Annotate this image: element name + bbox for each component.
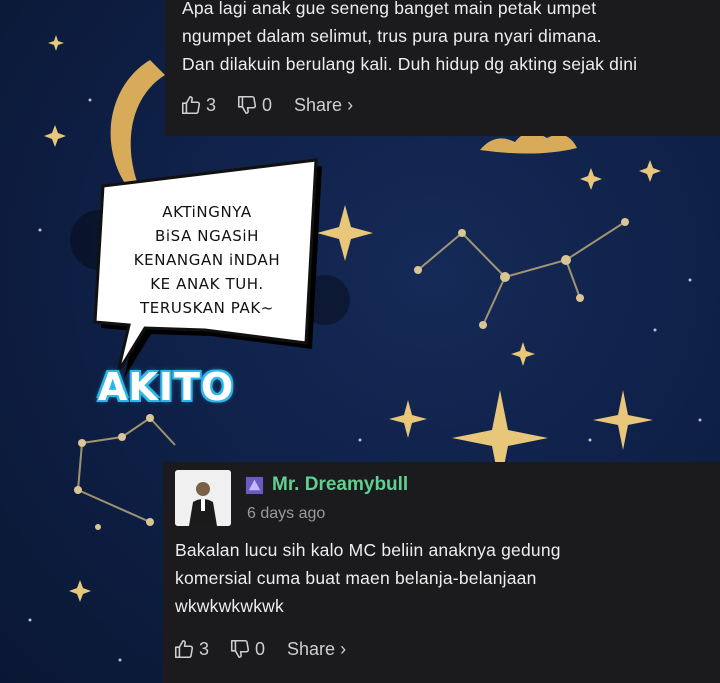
thumbs-down-icon (237, 95, 257, 115)
bubble-line: BiSA NGASiH (155, 227, 259, 245)
comment-line: wkwkwkwkwk (175, 596, 284, 616)
akito-signature: AKITO (98, 365, 235, 409)
like-count: 3 (199, 638, 210, 659)
like-button[interactable]: 3 (180, 94, 216, 116)
speech-bubble-text: AKTiNGNYA BiSA NGASiH KENANGAN iNDAH KE … (116, 200, 298, 320)
dislike-count: 0 (262, 94, 273, 115)
user-photo-icon (175, 470, 231, 526)
comment-card-bottom: Mr. Dreamybull 6 days ago Bakalan lucu s… (163, 462, 720, 683)
comment-line: Apa lagi anak gue seneng banget main pet… (182, 0, 597, 18)
thumbs-up-icon (174, 639, 194, 659)
bubble-line: AKTiNGNYA (162, 203, 252, 221)
timestamp: 6 days ago (247, 505, 326, 522)
badge-icon (245, 476, 264, 494)
comment-line: Dan dilakuin berulang kali. Duh hidup dg… (182, 54, 638, 74)
bubble-line: TERUSKAN PAK~ (140, 299, 274, 317)
dislike-button[interactable]: 0 (236, 94, 272, 116)
comment-line: Bakalan lucu sih kalo MC beliin anaknya … (175, 540, 561, 560)
constellation-left-stars (74, 414, 154, 530)
comment-line: ngumpet dalam selimut, trus pura pura ny… (182, 26, 602, 46)
dislike-count: 0 (255, 638, 266, 659)
constellation-left (76, 416, 176, 523)
comment-card-top: Apa lagi anak gue seneng banget main pet… (165, 0, 720, 136)
share-button[interactable]: Share › (287, 639, 346, 660)
username[interactable]: Mr. Dreamybull (272, 474, 408, 496)
like-count: 3 (206, 94, 217, 115)
thumbs-up-icon (181, 95, 201, 115)
share-button[interactable]: Share › (294, 95, 353, 116)
comment-actions: 3 0 Share › (173, 638, 366, 660)
comment-body: Apa lagi anak gue seneng banget main pet… (182, 0, 637, 78)
dislike-button[interactable]: 0 (229, 638, 265, 660)
constellation-right (417, 221, 626, 326)
constellation-right-stars (414, 218, 629, 329)
bubble-line: KENANGAN iNDAH (133, 251, 281, 269)
like-button[interactable]: 3 (173, 638, 209, 660)
comment-line: komersial cuma buat maen belanja-belanja… (175, 568, 537, 588)
comment-body: Bakalan lucu sih kalo MC beliin anaknya … (175, 536, 561, 620)
thumbs-down-icon (230, 639, 250, 659)
user-row: Mr. Dreamybull (245, 474, 408, 496)
bubble-line: KE ANAK TUH. (150, 275, 264, 293)
avatar[interactable] (175, 470, 231, 526)
comment-actions: 3 0 Share › (180, 94, 373, 116)
